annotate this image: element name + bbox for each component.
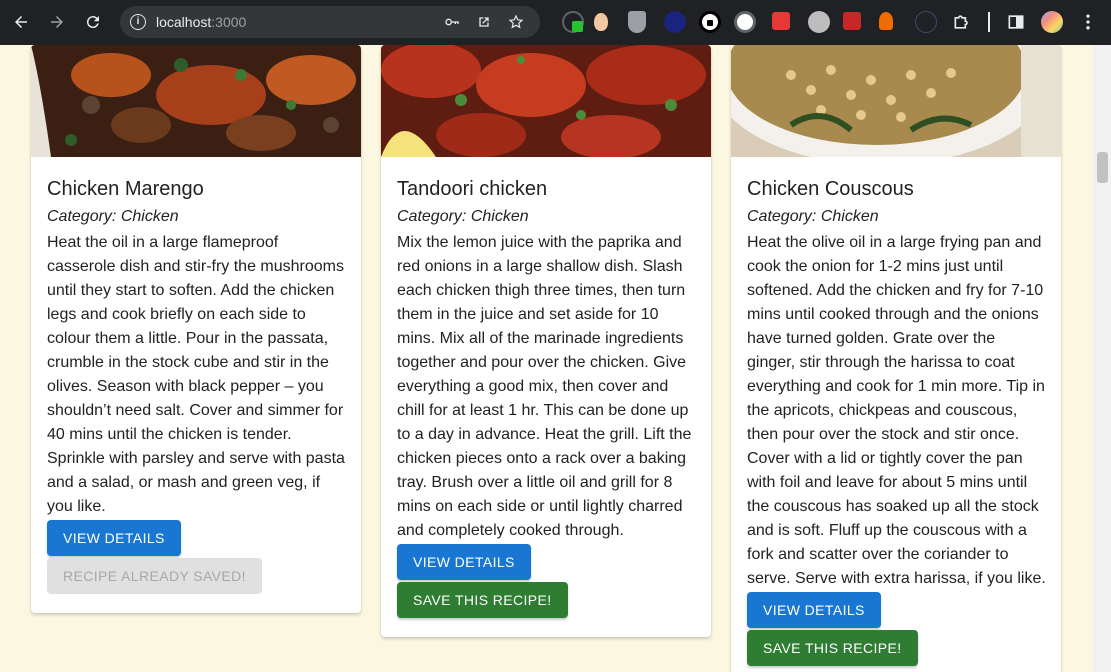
- key-icon[interactable]: [444, 14, 460, 30]
- reload-icon[interactable]: [81, 10, 105, 34]
- side-panel-icon[interactable]: [1006, 12, 1026, 32]
- recipe-category: Category: Chicken: [397, 208, 529, 225]
- shield-extension-icon[interactable]: [628, 11, 646, 33]
- grey-extension-icon[interactable]: [808, 11, 830, 33]
- red-extension-icon[interactable]: [772, 12, 790, 30]
- view-details-button[interactable]: VIEW DETAILS: [397, 544, 531, 580]
- save-recipe-button[interactable]: SAVE THIS RECIPE!: [397, 582, 568, 618]
- profile-avatar[interactable]: [1041, 11, 1063, 33]
- lock-extension-icon[interactable]: [699, 11, 721, 33]
- scrollbar-thumb[interactable]: [1097, 152, 1108, 183]
- site-info-icon[interactable]: i: [130, 14, 146, 30]
- open-in-new-icon[interactable]: [476, 14, 492, 30]
- save-recipe-button[interactable]: SAVE THIS RECIPE!: [747, 630, 918, 666]
- recipe-title: Tandoori chicken: [397, 178, 548, 200]
- page-content: Chicken Marengo Category: Chicken Heat t…: [0, 45, 1093, 672]
- extension-puzzle-green-icon[interactable]: [562, 11, 584, 33]
- gear-red-extension-icon[interactable]: [843, 12, 861, 30]
- back-icon[interactable]: [9, 10, 33, 34]
- toolbar-divider: [988, 12, 990, 32]
- recipe-card: Tandoori chicken Category: Chicken Mix t…: [381, 45, 711, 637]
- url-text: localhost:3000: [156, 14, 247, 30]
- view-details-button[interactable]: VIEW DETAILS: [747, 592, 881, 628]
- address-bar[interactable]: i localhost:3000: [120, 6, 540, 38]
- bookmark-star-icon[interactable]: [508, 14, 524, 30]
- recipe-title: Chicken Couscous: [747, 178, 914, 200]
- recipe-description: Mix the lemon juice with the paprika and…: [397, 234, 692, 539]
- view-details-button[interactable]: VIEW DETAILS: [47, 520, 181, 556]
- recipe-image: [381, 45, 711, 157]
- recipe-card: Chicken Marengo Category: Chicken Heat t…: [31, 45, 361, 613]
- extensions-puzzle-icon[interactable]: [952, 12, 972, 32]
- recipe-card: Chicken Couscous Category: Chicken Heat …: [731, 45, 1061, 672]
- more-menu-icon[interactable]: [1078, 12, 1098, 32]
- recipe-category: Category: Chicken: [747, 208, 879, 225]
- recipe-already-saved-button: RECIPE ALREADY SAVED!: [47, 558, 262, 594]
- recipe-description: Heat the olive oil in a large frying pan…: [747, 234, 1046, 587]
- egg-extension-icon[interactable]: [594, 13, 608, 31]
- vertical-scrollbar[interactable]: [1093, 45, 1111, 672]
- recipe-description: Heat the oil in a large flameproof casse…: [47, 234, 345, 515]
- accessibility-extension-icon[interactable]: [915, 11, 937, 33]
- recipe-image: [31, 45, 361, 157]
- recipe-category: Category: Chicken: [47, 208, 179, 225]
- blue-extension-icon[interactable]: [664, 11, 686, 33]
- dark-reader-extension-icon[interactable]: [734, 11, 756, 33]
- fire-extension-icon[interactable]: [879, 12, 893, 30]
- forward-icon[interactable]: [45, 10, 69, 34]
- browser-toolbar: i localhost:3000: [0, 0, 1111, 45]
- recipe-title: Chicken Marengo: [47, 178, 204, 200]
- recipe-image: [731, 45, 1061, 157]
